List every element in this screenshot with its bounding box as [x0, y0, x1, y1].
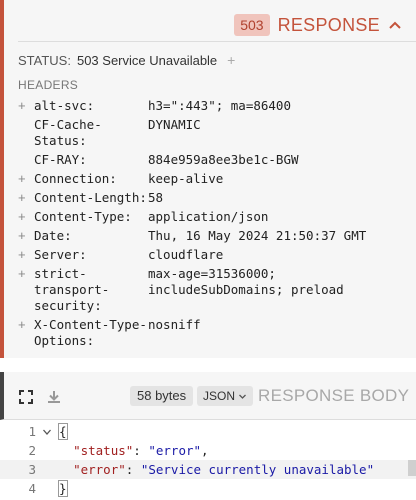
body-size-badge: 58 bytes: [130, 386, 194, 406]
header-row: CF-Cache-Status: DYNAMIC: [18, 117, 416, 149]
header-value: nosniff: [148, 317, 201, 332]
header-value: Thu, 16 May 2024 21:50:37 GMT: [148, 228, 367, 243]
code-editor[interactable]: 1 { 2 "status": "error", 3 "error": "Ser…: [0, 420, 416, 500]
header-value: h3=":443"; ma=86400: [148, 98, 291, 113]
header-value: 884e959a8ee3be1c-BGW: [148, 152, 299, 167]
json-value: "error": [148, 443, 202, 458]
line-number: 4: [28, 481, 36, 496]
header-name: CF-Cache-Status:: [34, 117, 102, 148]
header-name: strict-transport-security:: [34, 266, 110, 313]
code-text: }: [58, 480, 68, 497]
status-label: STATUS:: [18, 52, 71, 68]
format-select[interactable]: JSON: [197, 386, 254, 406]
header-name: CF-RAY:: [34, 152, 87, 167]
code-text: "error": "Service currently unavailable": [73, 462, 375, 477]
header-name: Content-Type:: [34, 209, 132, 224]
headers-list: + alt-svc: h3=":443"; ma=86400 CF-Cache-…: [18, 98, 416, 352]
code-text: {: [58, 423, 68, 440]
header-row: + strict-transport-security: max-age=315…: [18, 266, 416, 314]
line-number: 2: [28, 443, 36, 458]
status-row: STATUS: 503 Service Unavailable +: [18, 52, 235, 68]
plus-icon[interactable]: +: [18, 98, 34, 114]
header-name: Connection:: [34, 171, 117, 186]
header-row: + Server: cloudflare: [18, 247, 416, 263]
format-select-value: JSON: [203, 389, 236, 403]
chevron-down-icon: [239, 394, 246, 399]
header-value: keep-alive: [148, 171, 224, 186]
header-row: + Date: Thu, 16 May 2024 21:50:37 GMT: [18, 228, 416, 244]
header-row: + Content-Length: 58: [18, 190, 416, 206]
plus-icon[interactable]: +: [18, 247, 34, 263]
header-name: Date:: [34, 228, 72, 243]
plus-icon[interactable]: +: [18, 171, 34, 187]
download-icon[interactable]: [46, 389, 62, 405]
response-panel: 503 RESPONSE STATUS: 503 Service Unavail…: [0, 0, 416, 358]
header-row: + Connection: keep-alive: [18, 171, 416, 187]
header-value: 58: [148, 190, 164, 205]
code-line: 4 }: [0, 479, 416, 498]
response-body-title: RESPONSE BODY: [258, 386, 410, 405]
header-value: application/json: [148, 209, 269, 224]
header-row: + alt-svc: h3=":443"; ma=86400: [18, 98, 416, 114]
plus-icon[interactable]: +: [18, 317, 34, 349]
header-row: + X-Content-Type-Options: nosniff: [18, 317, 416, 349]
scrollbar[interactable]: [408, 460, 416, 476]
status-value: 503 Service Unavailable: [76, 52, 218, 68]
response-header[interactable]: 503 RESPONSE: [234, 14, 402, 36]
chevron-up-icon[interactable]: [388, 18, 402, 32]
plus-icon[interactable]: +: [18, 228, 34, 244]
response-body-panel: 58 bytes JSON RESPONSE BODY 1 { 2 "statu…: [0, 372, 416, 500]
code-text: "status": "error",: [73, 443, 209, 458]
plus-icon[interactable]: +: [18, 190, 34, 206]
json-key: "status": [73, 443, 134, 458]
chevron-down-icon[interactable]: [40, 427, 54, 437]
response-body-toolbar: 58 bytes JSON RESPONSE BODY: [0, 372, 416, 420]
plus-icon[interactable]: +: [18, 209, 34, 225]
header-row: CF-RAY: 884e959a8ee3be1c-BGW: [18, 152, 416, 168]
divider: [18, 41, 416, 42]
header-name: Content-Length:: [34, 190, 147, 205]
header-row: + Content-Type: application/json: [18, 209, 416, 225]
code-line-active: 3 "error": "Service currently unavailabl…: [0, 460, 416, 479]
plus-icon[interactable]: +: [18, 266, 34, 314]
json-key: "error": [73, 462, 126, 477]
status-code-badge: 503: [234, 14, 270, 36]
headers-label: HEADERS: [18, 78, 79, 92]
header-name: X-Content-Type-Options:: [34, 317, 147, 348]
fullscreen-icon[interactable]: [18, 389, 34, 405]
json-value: "Service currently unavailable": [140, 462, 375, 477]
plus-icon[interactable]: +: [227, 52, 235, 68]
header-name: alt-svc:: [34, 98, 95, 113]
header-value: DYNAMIC: [148, 117, 201, 132]
code-line: 2 "status": "error",: [0, 441, 416, 460]
line-number: 3: [28, 462, 36, 477]
line-number: 1: [28, 424, 36, 439]
header-value: max-age=31536000; includeSubDomains; pre…: [148, 266, 344, 297]
header-name: Server:: [34, 247, 87, 262]
response-title: RESPONSE: [277, 14, 380, 35]
header-value: cloudflare: [148, 247, 224, 262]
code-line: 1 {: [0, 422, 416, 441]
